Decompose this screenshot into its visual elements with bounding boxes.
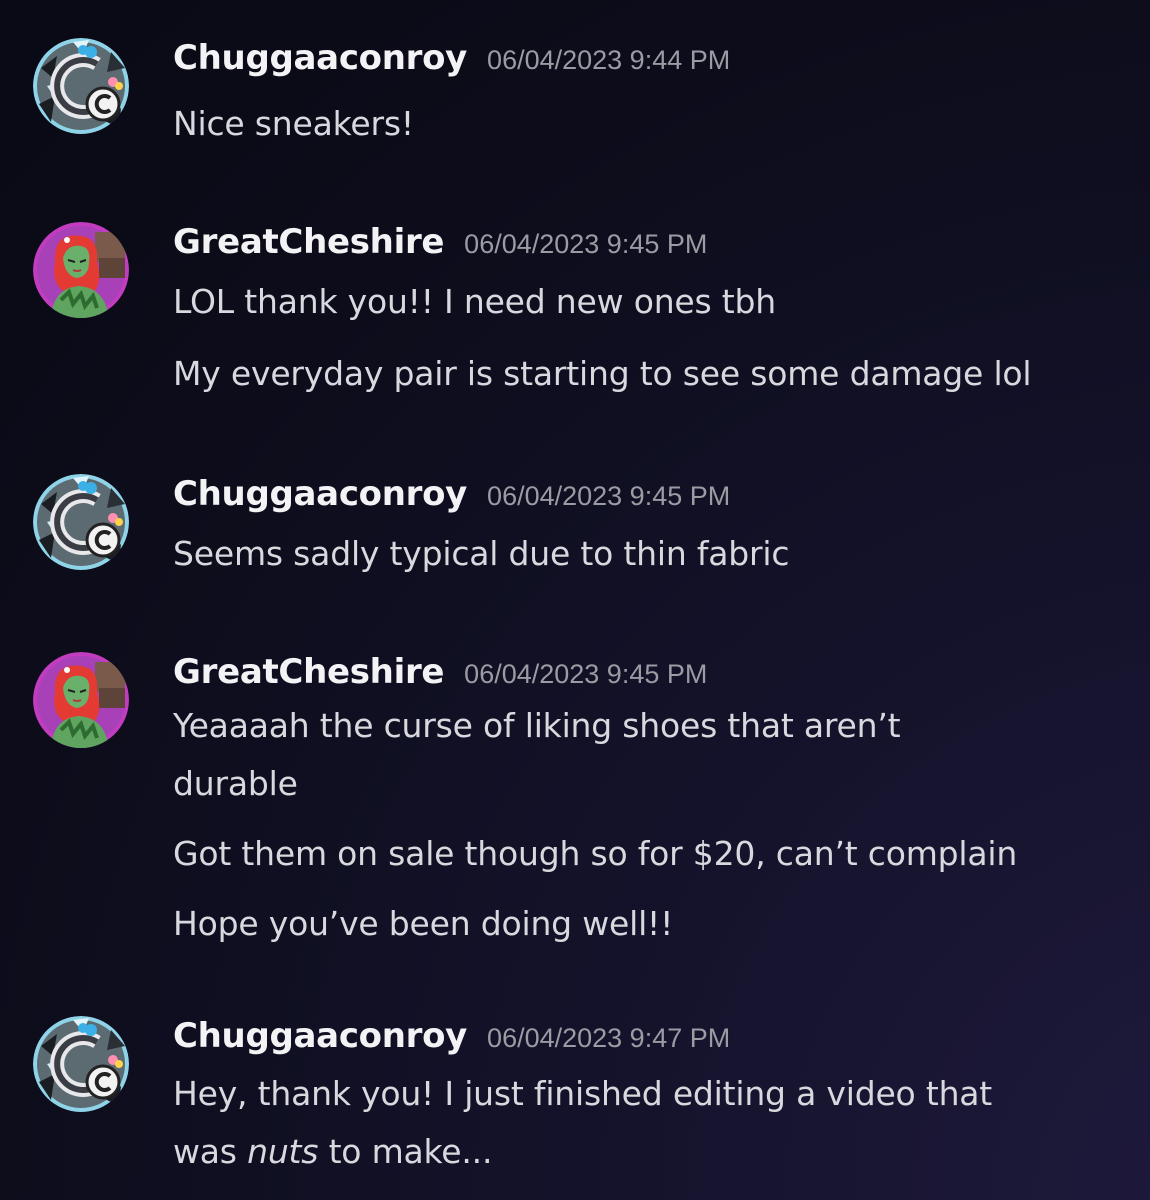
author-name[interactable]: Chuggaaconroy <box>173 38 467 78</box>
message-text: Hey, thank you! I just finished editing … <box>173 1074 993 1113</box>
greatcheshire-avatar[interactable] <box>33 222 129 318</box>
message-text: Nice sneakers! <box>173 104 414 143</box>
message-header: Chuggaaconroy 06/04/2023 9:47 PM <box>173 1016 730 1056</box>
greatcheshire-avatar[interactable] <box>33 652 129 748</box>
chuggaaconroy-avatar[interactable] <box>33 1016 129 1112</box>
message-text: Got them on sale though so for $20, can’… <box>173 834 1018 873</box>
message-timestamp: 06/04/2023 9:45 PM <box>464 659 708 689</box>
message-header: Chuggaaconroy 06/04/2023 9:45 PM <box>173 474 730 514</box>
message-header: GreatCheshire 06/04/2023 9:45 PM <box>173 222 707 262</box>
message-text: My everyday pair is starting to see some… <box>173 354 1032 393</box>
message-header: GreatCheshire 06/04/2023 9:45 PM <box>173 652 707 692</box>
message-text: durable <box>173 764 298 803</box>
author-name[interactable]: GreatCheshire <box>173 222 444 262</box>
italic-text: nuts <box>247 1132 319 1171</box>
chuggaaconroy-avatar[interactable] <box>33 38 129 134</box>
message-timestamp: 06/04/2023 9:44 PM <box>487 45 731 75</box>
message-timestamp: 06/04/2023 9:47 PM <box>487 1023 731 1053</box>
author-name[interactable]: GreatCheshire <box>173 652 444 692</box>
message-text: Hope you’ve been doing well!! <box>173 904 674 943</box>
message-text: LOL thank you!! I need new ones tbh <box>173 282 777 321</box>
text-segment: was <box>173 1132 248 1171</box>
message-text: Seems sadly typical due to thin fabric <box>173 534 790 573</box>
message-text: Yeaaaah the curse of liking shoes that a… <box>173 706 901 745</box>
text-segment: to make... <box>318 1132 493 1171</box>
chuggaaconroy-avatar[interactable] <box>33 474 129 570</box>
message-header: Chuggaaconroy 06/04/2023 9:44 PM <box>173 38 730 78</box>
author-name[interactable]: Chuggaaconroy <box>173 1016 467 1056</box>
message-timestamp: 06/04/2023 9:45 PM <box>464 229 708 259</box>
author-name[interactable]: Chuggaaconroy <box>173 474 467 514</box>
message-list: Chuggaaconroy 06/04/2023 9:44 PM Nice sne… <box>0 0 1150 1200</box>
message-timestamp: 06/04/2023 9:45 PM <box>487 481 731 511</box>
message-text: was nuts to make... <box>173 1132 492 1171</box>
